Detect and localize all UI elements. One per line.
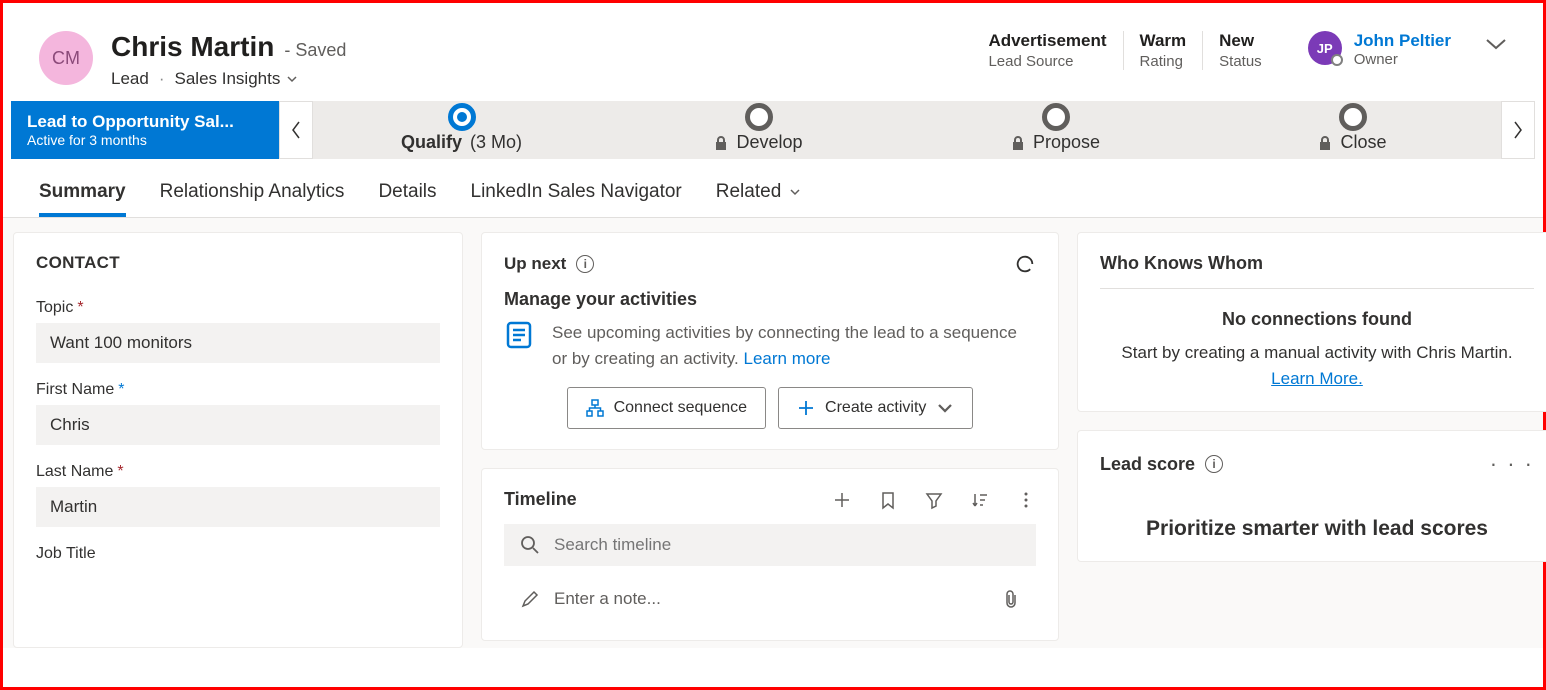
wkw-learn-more-link[interactable]: Learn More. xyxy=(1271,369,1363,388)
up-next-section: Up next i Manage your activities See upc… xyxy=(481,232,1059,450)
up-next-subtitle: Manage your activities xyxy=(504,289,1036,310)
lock-icon xyxy=(714,135,728,151)
up-next-body: See upcoming activities by connecting th… xyxy=(552,320,1036,371)
tab-related[interactable]: Related xyxy=(716,181,802,217)
pencil-icon xyxy=(520,589,540,609)
learn-more-link[interactable]: Learn more xyxy=(744,349,831,368)
info-icon[interactable]: i xyxy=(576,255,594,273)
more-icon[interactable] xyxy=(1016,490,1036,510)
header-meta: Advertisement Lead Source Warm Rating Ne… xyxy=(972,31,1507,70)
record-title: Chris Martin xyxy=(111,31,274,63)
meta-owner[interactable]: JP John Peltier Owner xyxy=(1278,31,1451,68)
contact-heading: CONTACT xyxy=(36,253,440,273)
first-name-input[interactable] xyxy=(36,405,440,445)
timeline-search[interactable] xyxy=(504,524,1036,566)
wkw-no-connections: No connections found xyxy=(1100,309,1534,330)
job-title-label: Job Title xyxy=(36,545,96,563)
bpf-title[interactable]: Lead to Opportunity Sal... Active for 3 … xyxy=(11,101,279,159)
form-tabs: Summary Relationship Analytics Details L… xyxy=(3,159,1543,218)
stage-inactive-icon xyxy=(1339,103,1367,131)
first-name-label: First Name xyxy=(36,381,114,399)
presence-icon xyxy=(1331,54,1343,66)
meta-status[interactable]: New Status xyxy=(1202,31,1278,70)
chevron-down-icon xyxy=(286,73,298,85)
lock-icon xyxy=(1011,135,1025,151)
bpf-next-button[interactable] xyxy=(1501,101,1535,159)
info-icon[interactable]: i xyxy=(1205,455,1223,473)
form-selector[interactable]: Sales Insights xyxy=(175,69,299,89)
stage-inactive-icon xyxy=(745,103,773,131)
stage-propose[interactable]: Propose xyxy=(907,132,1204,153)
stage-close[interactable]: Close xyxy=(1204,132,1501,153)
header-expand-button[interactable] xyxy=(1485,37,1507,51)
timeline-section: Timeline Enter a note... xyxy=(481,468,1059,641)
meta-rating[interactable]: Warm Rating xyxy=(1123,31,1203,70)
attachment-icon[interactable] xyxy=(1002,589,1020,609)
timeline-title: Timeline xyxy=(504,489,577,510)
timeline-note-input[interactable]: Enter a note... xyxy=(504,578,1036,620)
add-icon[interactable] xyxy=(832,490,852,510)
wkw-body: Start by creating a manual activity with… xyxy=(1100,340,1534,391)
tab-relationship-analytics[interactable]: Relationship Analytics xyxy=(160,181,345,217)
plus-icon xyxy=(797,399,815,417)
stage-develop[interactable]: Develop xyxy=(610,132,907,153)
owner-avatar: JP xyxy=(1308,31,1342,65)
lead-score-body: Prioritize smarter with lead scores xyxy=(1100,517,1534,541)
timeline-search-input[interactable] xyxy=(554,535,1020,555)
wkw-title: Who Knows Whom xyxy=(1100,253,1534,289)
entity-label: Lead xyxy=(111,69,149,89)
create-activity-button[interactable]: Create activity xyxy=(778,387,973,429)
hierarchy-icon xyxy=(586,399,604,417)
bookmark-icon[interactable] xyxy=(878,490,898,510)
stage-active-icon xyxy=(448,103,476,131)
stage-qualify[interactable]: Qualify (3 Mo) xyxy=(313,132,610,153)
more-button[interactable]: · · · xyxy=(1490,451,1534,477)
lock-icon xyxy=(1318,135,1332,151)
search-icon xyxy=(520,535,540,555)
filter-icon[interactable] xyxy=(924,490,944,510)
stage-inactive-icon xyxy=(1042,103,1070,131)
record-avatar: CM xyxy=(39,31,93,85)
chevron-down-icon xyxy=(936,399,954,417)
tab-details[interactable]: Details xyxy=(378,181,436,217)
last-name-input[interactable] xyxy=(36,487,440,527)
sort-icon[interactable] xyxy=(970,490,990,510)
save-status: - Saved xyxy=(284,40,346,61)
lead-score-section: Lead score i · · · Prioritize smarter wi… xyxy=(1077,430,1546,562)
refresh-icon[interactable] xyxy=(1014,253,1036,275)
tab-linkedin-sales-navigator[interactable]: LinkedIn Sales Navigator xyxy=(471,181,682,217)
activities-icon xyxy=(504,320,534,350)
topic-label: Topic xyxy=(36,299,73,317)
last-name-label: Last Name xyxy=(36,463,113,481)
meta-lead-source[interactable]: Advertisement Lead Source xyxy=(972,31,1122,70)
record-header: CM Chris Martin - Saved Lead · Sales Ins… xyxy=(3,3,1543,89)
who-knows-whom-section: Who Knows Whom No connections found Star… xyxy=(1077,232,1546,412)
business-process-flow: Lead to Opportunity Sal... Active for 3 … xyxy=(3,101,1543,159)
up-next-title: Up next xyxy=(504,254,566,274)
connect-sequence-button[interactable]: Connect sequence xyxy=(567,387,766,429)
topic-input[interactable] xyxy=(36,323,440,363)
bpf-prev-button[interactable] xyxy=(279,101,313,159)
chevron-down-icon xyxy=(789,186,801,198)
lead-score-title: Lead score xyxy=(1100,454,1195,475)
contact-section: CONTACT Topic* First Name* Last Name* Jo… xyxy=(13,232,463,648)
tab-summary[interactable]: Summary xyxy=(39,181,126,217)
